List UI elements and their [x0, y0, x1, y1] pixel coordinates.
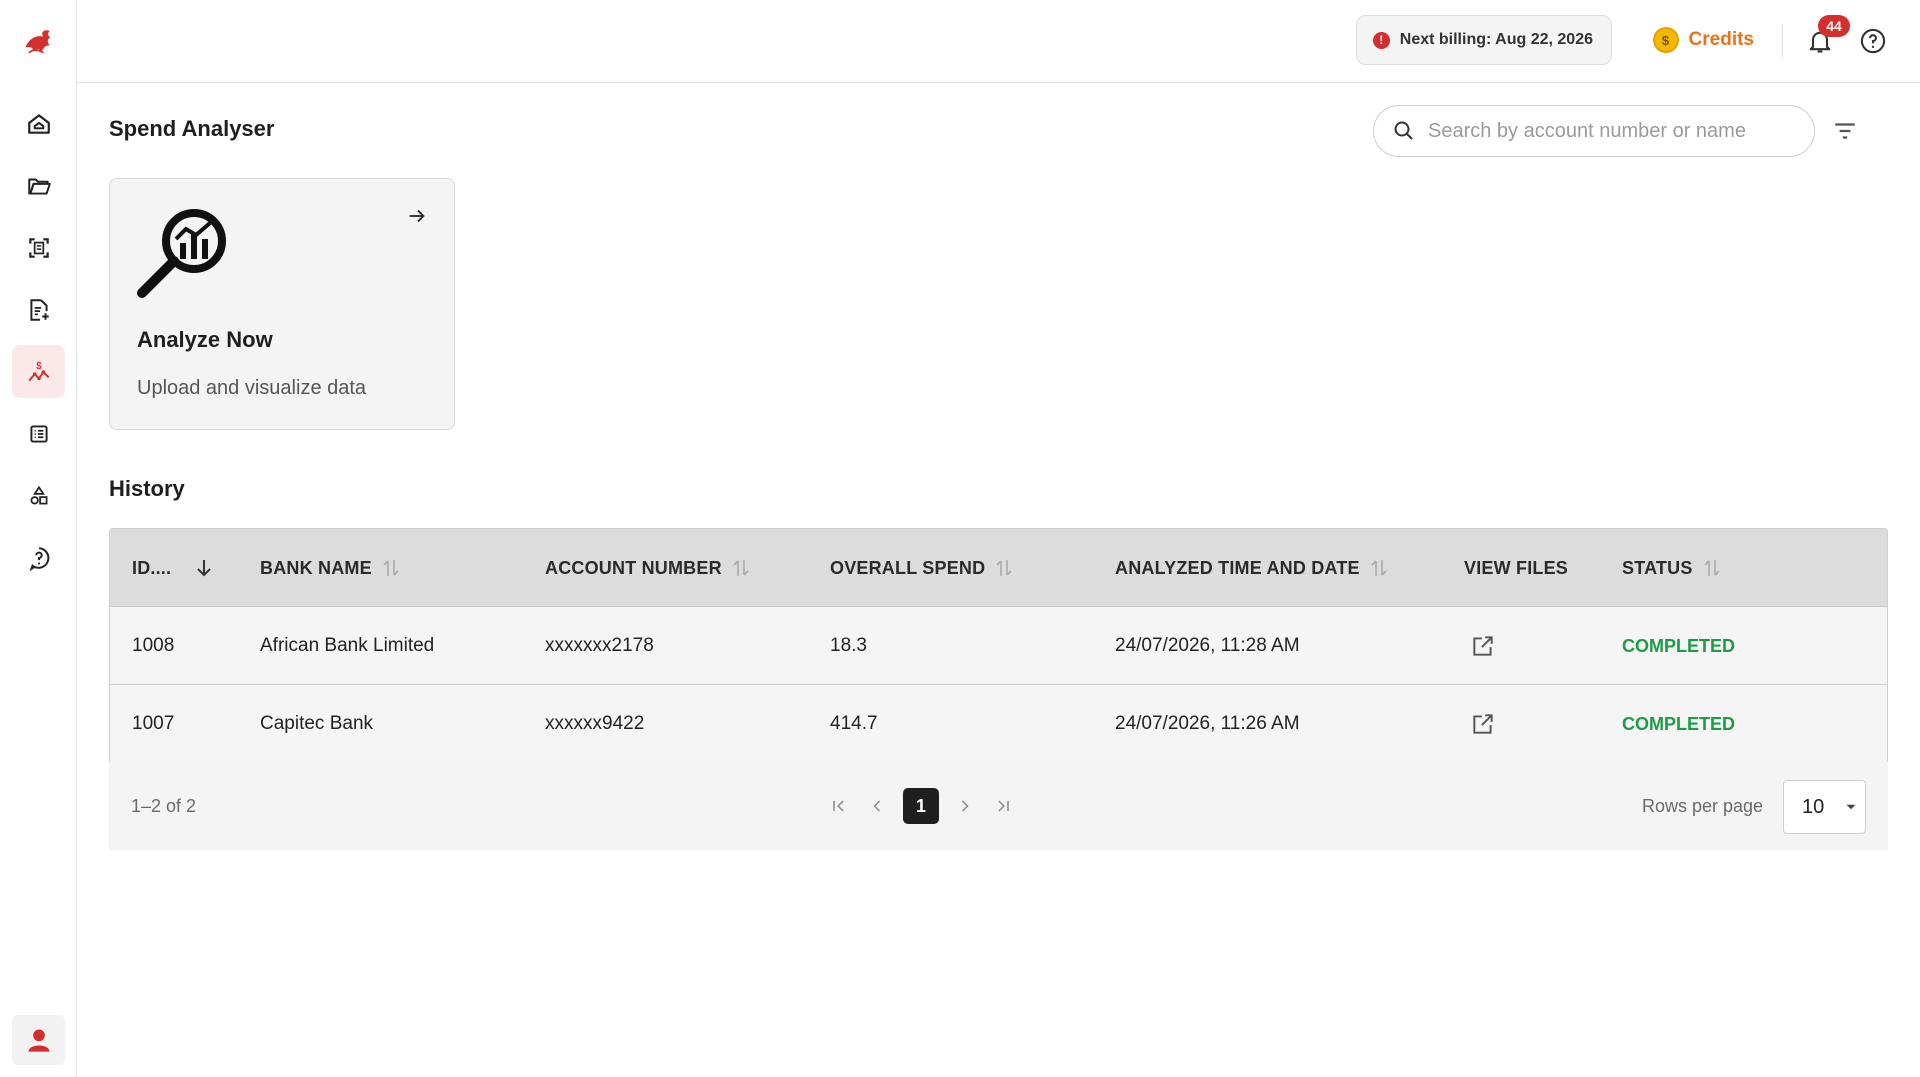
- chevron-right-icon: [961, 800, 969, 812]
- document-add-icon: [29, 298, 49, 321]
- help-button[interactable]: [1856, 24, 1890, 58]
- sort-icon: [383, 560, 399, 576]
- sidebar-item-document-add[interactable]: [12, 283, 65, 336]
- app-logo[interactable]: [18, 22, 58, 62]
- sidebar-item-list[interactable]: [12, 407, 65, 460]
- cell-analyzed-time: 24/07/2026, 11:28 AM: [1115, 635, 1300, 656]
- cell-view-files: [1470, 685, 1496, 763]
- sidebar-item-shapes[interactable]: [12, 469, 65, 522]
- card-title: Analyze Now: [137, 327, 273, 352]
- list-icon: [29, 424, 48, 443]
- folder-icon: [27, 178, 51, 195]
- user-icon: [28, 1029, 49, 1052]
- table-row: 1008 African Bank Limited xxxxxxx2178 18…: [110, 607, 1887, 685]
- previous-page-button[interactable]: [865, 794, 889, 818]
- pagination-bar: 1–2 of 2 1 Rows per page 10: [109, 762, 1888, 850]
- rows-per-page-select[interactable]: 10: [1783, 780, 1866, 834]
- cell-bank-name: African Bank Limited: [260, 635, 435, 656]
- sidebar-item-folder[interactable]: [12, 159, 65, 212]
- sort-desc-icon: [197, 560, 211, 577]
- top-bar: ! Next billing: Aug 22, 2026 $ Credits 4…: [77, 0, 1920, 83]
- sidebar-item-spend-analyser[interactable]: $: [12, 345, 65, 398]
- cell-overall-spend: 18.3: [830, 635, 867, 656]
- status-badge: COMPLETED: [1622, 635, 1736, 656]
- dragon-logo-icon: [25, 30, 51, 54]
- sort-icon: [1371, 560, 1387, 576]
- scan-icon: [28, 237, 49, 258]
- magnifier-chart-icon: [137, 209, 226, 298]
- history-title: History: [109, 476, 185, 501]
- sidebar: $: [0, 0, 77, 1077]
- pagination-range: 1–2 of 2: [131, 795, 197, 816]
- home-icon: [27, 113, 50, 134]
- help-icon: [29, 546, 49, 571]
- cell-account-number: xxxxxx9422: [545, 713, 645, 734]
- coin-icon: $: [1652, 27, 1679, 53]
- arrow-right-icon: [409, 209, 425, 223]
- sort-icon: [996, 560, 1012, 576]
- cell-view-files: [1470, 607, 1496, 685]
- last-page-icon: [998, 800, 1009, 812]
- filter-button[interactable]: [1830, 116, 1860, 146]
- open-external-icon[interactable]: [1470, 633, 1496, 659]
- column-header-bank-name[interactable]: BANK NAME: [260, 529, 400, 607]
- open-external-icon[interactable]: [1470, 711, 1496, 737]
- column-header-view-files: VIEW FILES: [1464, 557, 1569, 578]
- analyze-now-card[interactable]: Analyze Now Upload and visualize data: [109, 178, 455, 430]
- table-row: 1007 Capitec Bank xxxxxx9422 414.7 24/07…: [110, 685, 1887, 763]
- svg-text:$: $: [36, 360, 42, 371]
- notification-badge: 44: [1818, 15, 1850, 37]
- billing-notice: ! Next billing: Aug 22, 2026: [1355, 15, 1612, 65]
- pagination-controls: 1: [827, 787, 1015, 825]
- first-page-button[interactable]: [827, 794, 851, 818]
- status-badge: COMPLETED: [1622, 713, 1736, 734]
- cell-id: 1008: [132, 635, 175, 656]
- billing-text: Next billing: Aug 22, 2026: [1399, 31, 1593, 48]
- caret-down-icon: [1846, 804, 1856, 810]
- current-page-button[interactable]: 1: [903, 788, 939, 824]
- column-header-id[interactable]: ID....: [132, 529, 213, 607]
- table-header: ID.... BANK NAME ACCOUNT NUMBER OVERALL …: [110, 529, 1887, 607]
- cell-bank-name: Capitec Bank: [260, 713, 374, 734]
- column-header-analyzed-time[interactable]: ANALYZED TIME AND DATE: [1115, 529, 1388, 607]
- spend-chart-icon: $: [28, 360, 49, 381]
- chevron-left-icon: [873, 800, 881, 812]
- sidebar-item-home[interactable]: [12, 97, 65, 150]
- search-box[interactable]: [1373, 105, 1815, 157]
- page-title: Spend Analyser: [109, 116, 275, 141]
- history-table: ID.... BANK NAME ACCOUNT NUMBER OVERALL …: [109, 528, 1888, 764]
- filter-icon: [1835, 123, 1855, 139]
- search-input[interactable]: [1428, 119, 1798, 143]
- cell-id: 1007: [132, 713, 175, 734]
- credits-label: Credits: [1688, 29, 1754, 50]
- rows-per-page-label: Rows per page: [1642, 795, 1764, 816]
- rows-per-page-value: 10: [1802, 795, 1825, 818]
- shapes-icon: [30, 485, 47, 504]
- cell-analyzed-time: 24/07/2026, 11:26 AM: [1115, 713, 1300, 734]
- card-subtitle: Upload and visualize data: [137, 377, 367, 399]
- user-avatar[interactable]: [12, 1015, 65, 1065]
- next-page-button[interactable]: [953, 794, 977, 818]
- column-header-account-number[interactable]: ACCOUNT NUMBER: [545, 529, 750, 607]
- question-icon: [1860, 28, 1886, 54]
- sort-icon: [733, 560, 749, 576]
- sidebar-item-scan[interactable]: [12, 221, 65, 274]
- search-icon: [1394, 121, 1413, 140]
- cell-overall-spend: 414.7: [830, 713, 878, 734]
- column-header-status[interactable]: STATUS: [1622, 529, 1721, 607]
- sort-icon: [1703, 560, 1720, 576]
- sidebar-item-help[interactable]: [12, 531, 65, 584]
- credits-button[interactable]: $ Credits: [1652, 24, 1754, 56]
- last-page-button[interactable]: [991, 794, 1015, 818]
- cell-account-number: xxxxxxx2178: [545, 635, 654, 656]
- first-page-icon: [833, 800, 844, 812]
- divider: [1782, 24, 1783, 58]
- column-header-overall-spend[interactable]: OVERALL SPEND: [830, 529, 1013, 607]
- info-icon: !: [1372, 31, 1390, 49]
